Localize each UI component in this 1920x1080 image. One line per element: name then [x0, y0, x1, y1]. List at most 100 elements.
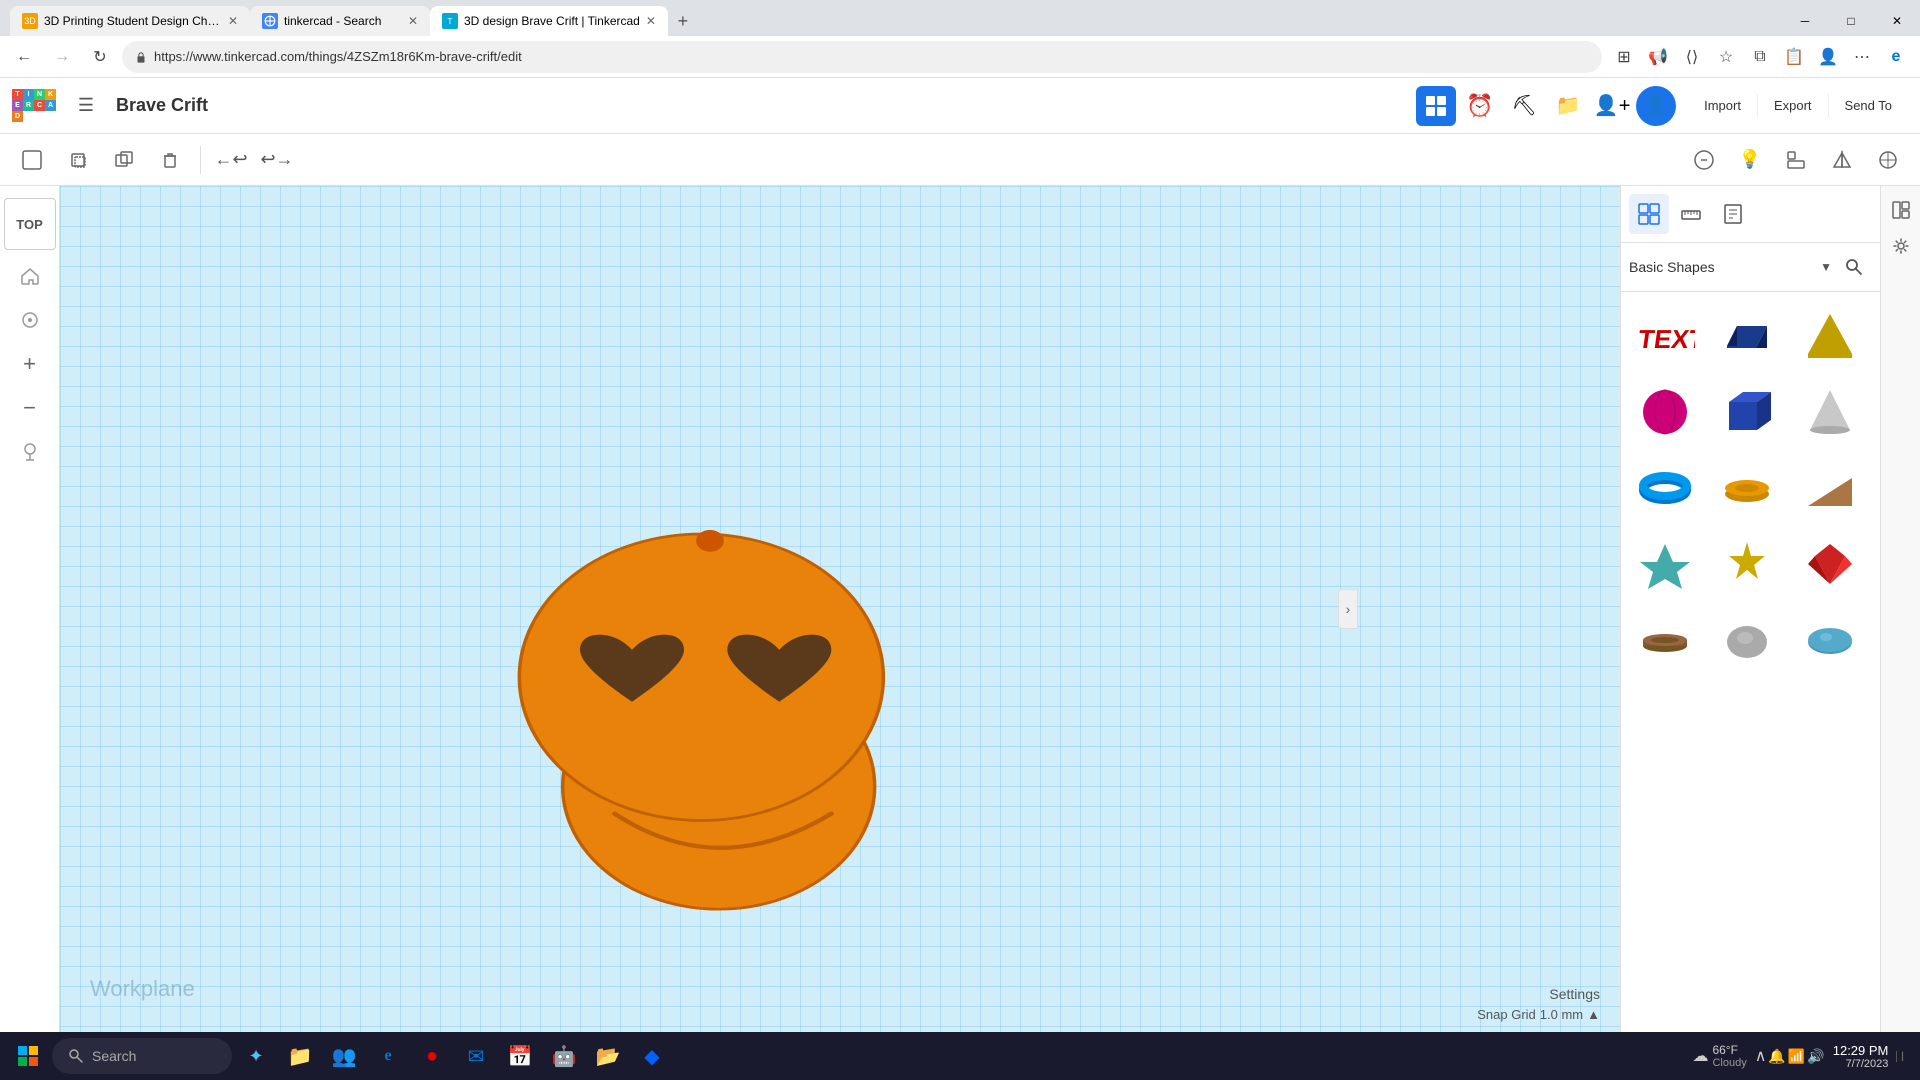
- taskbar-copilot-icon[interactable]: ✦: [236, 1036, 276, 1076]
- star1-shape-item[interactable]: [1629, 528, 1701, 600]
- add-person-icon[interactable]: 👤+: [1592, 86, 1632, 126]
- undo-tool[interactable]: ←↩: [211, 140, 251, 180]
- tab-2-close[interactable]: ✕: [408, 14, 418, 28]
- panel-collapse-arrow[interactable]: ›: [1338, 589, 1358, 629]
- shapes-dropdown[interactable]: ▼: [1820, 260, 1832, 274]
- chevron-up-icon[interactable]: ∧: [1755, 1046, 1767, 1066]
- grid-panel-tab[interactable]: [1629, 194, 1669, 234]
- taskbar-file-explorer-icon[interactable]: 📁: [280, 1036, 320, 1076]
- system-clock[interactable]: 12:29 PM 7/7/2023: [1833, 1043, 1889, 1070]
- text-shape-item[interactable]: TEXT: [1629, 300, 1701, 372]
- extensions-icon[interactable]: ⊞: [1608, 41, 1640, 73]
- gem-shape-item[interactable]: [1794, 528, 1866, 600]
- close-button[interactable]: ✕: [1874, 6, 1920, 36]
- design-canvas[interactable]: [60, 186, 1620, 1032]
- new-tab-button[interactable]: +: [668, 6, 698, 36]
- snap-grid-arrow[interactable]: ▲: [1587, 1007, 1600, 1022]
- torus-shape-item[interactable]: [1629, 452, 1701, 524]
- weather-widget[interactable]: ☁ 66°F Cloudy: [1692, 1043, 1746, 1069]
- taskbar-red-icon[interactable]: ●: [412, 1036, 452, 1076]
- shapes-panel-icon[interactable]: [1416, 86, 1456, 126]
- tab-3[interactable]: T 3D design Brave Crift | Tinkercad ✕: [430, 6, 668, 36]
- copy-tool[interactable]: [58, 140, 98, 180]
- edge-icon[interactable]: e: [1880, 41, 1912, 73]
- delete-tool[interactable]: [150, 140, 190, 180]
- duplicate-tool[interactable]: [104, 140, 144, 180]
- timers-icon[interactable]: ⏰: [1460, 86, 1500, 126]
- taskbar-calendar-icon[interactable]: 📅: [500, 1036, 540, 1076]
- import-button[interactable]: Import: [1688, 92, 1758, 119]
- sphere-shape-item[interactable]: [1629, 376, 1701, 448]
- pebble-shape-item[interactable]: [1711, 604, 1783, 676]
- reload-button[interactable]: ↻: [84, 41, 116, 73]
- clipboard-icon[interactable]: 📁: [1548, 86, 1588, 126]
- tab-1[interactable]: 3D 3D Printing Student Design Chal... ✕: [10, 6, 250, 36]
- user-avatar[interactable]: 👤: [1636, 86, 1676, 126]
- read-aloud-icon[interactable]: 📢: [1642, 41, 1674, 73]
- pyramid-shape-item[interactable]: [1794, 300, 1866, 372]
- volume-icon[interactable]: 🔊: [1807, 1048, 1824, 1065]
- group-tool[interactable]: [1868, 140, 1908, 180]
- align-tool[interactable]: [1776, 140, 1816, 180]
- split-screen-icon[interactable]: ⧉: [1744, 41, 1776, 73]
- shapes-search-button[interactable]: [1836, 249, 1872, 285]
- back-button[interactable]: ←: [8, 41, 40, 73]
- drop-to-ground-icon[interactable]: [12, 434, 48, 470]
- immersive-reader-icon[interactable]: ⟨⟩: [1676, 41, 1708, 73]
- canvas-area[interactable]: Workplane Settings Snap Grid 1.0 mm ▲ ›: [60, 186, 1620, 1032]
- tools-icon[interactable]: ⛏: [1504, 86, 1544, 126]
- ring-shape-item[interactable]: [1711, 452, 1783, 524]
- forward-button[interactable]: →: [46, 41, 78, 73]
- light-tool[interactable]: 💡: [1730, 140, 1770, 180]
- export-button[interactable]: Export: [1758, 92, 1829, 119]
- profile-icon[interactable]: 👤: [1812, 41, 1844, 73]
- band-shape-item[interactable]: [1629, 604, 1701, 676]
- new-shape-tool[interactable]: [12, 140, 52, 180]
- lens-shape-item[interactable]: [1794, 604, 1866, 676]
- zoom-in-icon[interactable]: +: [12, 346, 48, 382]
- minimize-button[interactable]: ─: [1782, 6, 1828, 36]
- app-layout: T I N K E R C A D ☰ Brave Crift: [0, 78, 1920, 1032]
- tab-1-close[interactable]: ✕: [228, 14, 238, 28]
- comment-tool[interactable]: [1684, 140, 1724, 180]
- taskbar-search-bar[interactable]: Search: [52, 1038, 232, 1074]
- start-button[interactable]: [8, 1036, 48, 1076]
- cube-shape-item[interactable]: [1711, 376, 1783, 448]
- address-bar[interactable]: https://www.tinkercad.com/things/4ZSZm18…: [122, 41, 1602, 73]
- cone-shape-item[interactable]: [1794, 376, 1866, 448]
- taskbar-mail-icon[interactable]: ✉: [456, 1036, 496, 1076]
- settings-edge-icon[interactable]: [1885, 230, 1917, 262]
- home-view-icon[interactable]: [12, 258, 48, 294]
- mirror-tool[interactable]: [1822, 140, 1862, 180]
- network-icon[interactable]: 📶: [1788, 1048, 1805, 1065]
- fit-view-icon[interactable]: [12, 302, 48, 338]
- panel-layout-icon[interactable]: [1885, 194, 1917, 226]
- show-desktop-icon[interactable]: |: [1896, 1051, 1904, 1062]
- wedge-shape-item[interactable]: [1794, 452, 1866, 524]
- favorites-icon[interactable]: ☆: [1710, 41, 1742, 73]
- taskbar-teams-icon[interactable]: 👥: [324, 1036, 364, 1076]
- star2-shape-item[interactable]: [1711, 528, 1783, 600]
- settings-label[interactable]: Settings: [1549, 986, 1600, 1002]
- notifications-icon[interactable]: 🔔: [1768, 1048, 1785, 1065]
- notes-panel-tab[interactable]: [1713, 194, 1753, 234]
- taskbar-files-icon[interactable]: 📂: [588, 1036, 628, 1076]
- more-menu-icon[interactable]: ⋯: [1846, 41, 1878, 73]
- zoom-out-icon[interactable]: −: [12, 390, 48, 426]
- tab-2[interactable]: tinkercad - Search ✕: [250, 6, 430, 36]
- taskbar-edge-icon[interactable]: e: [368, 1036, 408, 1076]
- box-shape-item[interactable]: [1711, 300, 1783, 372]
- snap-grid-value[interactable]: 1.0 mm: [1540, 1007, 1583, 1022]
- maximize-button[interactable]: □: [1828, 6, 1874, 36]
- svg-text:TEXT: TEXT: [1636, 324, 1695, 354]
- taskbar-dropbox-icon[interactable]: ◆: [632, 1036, 672, 1076]
- hamburger-menu-icon[interactable]: ☰: [68, 88, 104, 124]
- view-label[interactable]: TOP: [4, 198, 56, 250]
- tab-3-close[interactable]: ✕: [646, 14, 656, 28]
- ruler-panel-tab[interactable]: [1671, 194, 1711, 234]
- send-to-button[interactable]: Send To: [1829, 92, 1908, 119]
- tinkercad-logo[interactable]: T I N K E R C A D: [12, 89, 56, 122]
- collections-icon[interactable]: 📋: [1778, 41, 1810, 73]
- redo-tool[interactable]: ↩→: [257, 140, 297, 180]
- taskbar-ai-icon[interactable]: 🤖: [544, 1036, 584, 1076]
